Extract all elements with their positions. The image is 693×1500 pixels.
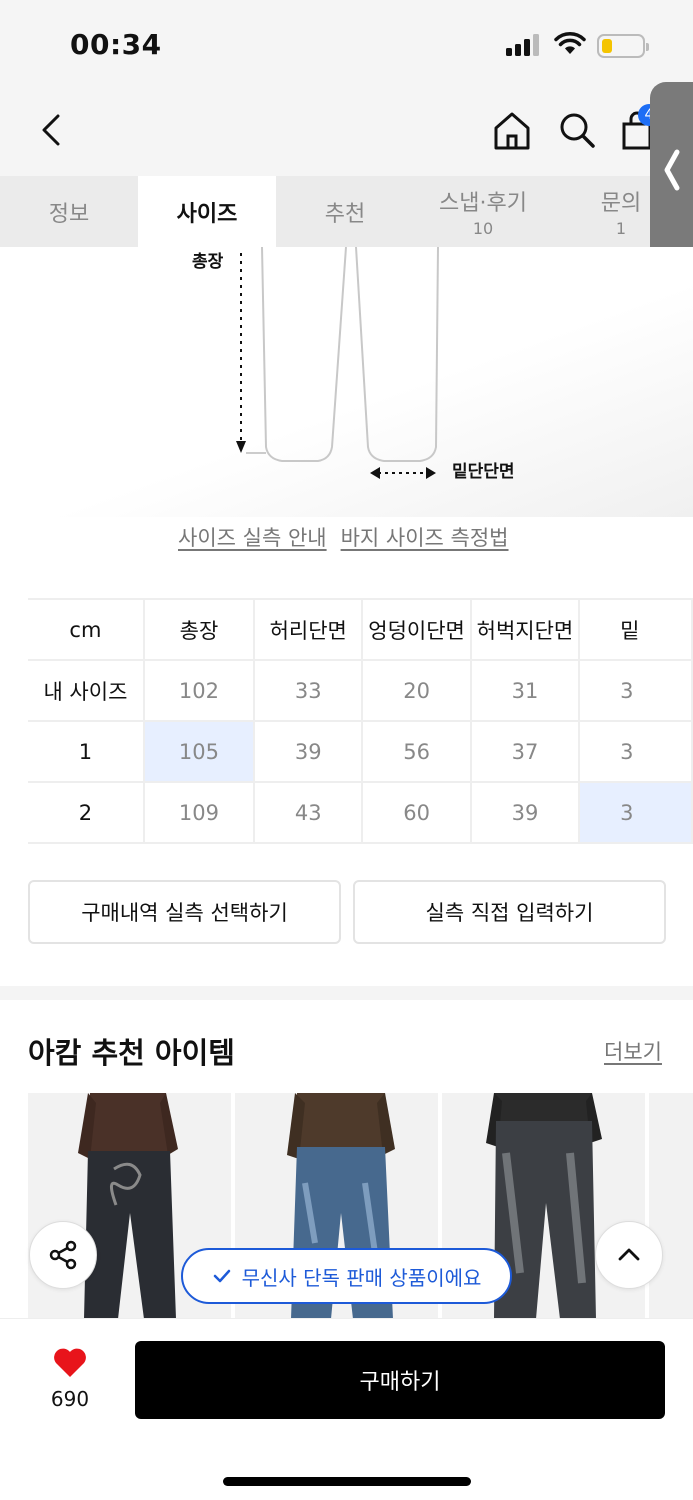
heart-icon — [54, 1348, 86, 1377]
size-table: cm 총장 허리단면 엉덩이단면 허벅지단면 밑 내 사이즈 102 33 20… — [28, 598, 693, 844]
table-cell: 3 — [578, 720, 693, 783]
hem-width-label: 밑단단면 — [452, 462, 515, 482]
table-row: 1 105 39 56 37 3 — [28, 720, 693, 783]
share-icon — [49, 1240, 77, 1270]
table-cell: 37 — [469, 720, 581, 783]
table-header-cell: 허벅지단면 — [469, 598, 581, 661]
tab-label: 문의 — [600, 191, 642, 216]
tab-label: 추천 — [324, 201, 366, 227]
check-icon — [213, 1269, 230, 1283]
exclusive-product-badge: 무신사 단독 판매 상품이에요 — [181, 1248, 512, 1304]
table-cell-highlighted: 105 — [142, 720, 256, 783]
scroll-top-button[interactable] — [595, 1221, 663, 1289]
top-nav: 4 — [0, 92, 693, 176]
table-header-cell: 허리단면 — [253, 598, 364, 661]
table-row: 내 사이즈 102 33 20 31 3 — [28, 659, 693, 722]
tab-snap-review[interactable]: 스냅·후기 10 — [414, 176, 552, 247]
signal-icon — [506, 34, 539, 56]
table-cell: 20 — [361, 659, 472, 722]
pants-illustration — [236, 247, 439, 479]
recommend-section-title: 아캄 추천 아이템 — [28, 1036, 235, 1070]
exclusive-badge-text: 무신사 단독 판매 상품이에요 — [241, 1265, 482, 1290]
table-header-cell: 총장 — [142, 598, 256, 661]
table-cell: 43 — [253, 781, 364, 844]
tab-label: 정보 — [48, 201, 90, 227]
more-link[interactable]: 더보기 — [604, 1036, 662, 1066]
chevron-up-icon — [618, 1248, 640, 1261]
table-cell-highlighted: 3 — [578, 781, 693, 844]
home-indicator — [223, 1477, 471, 1486]
table-header-row: cm 총장 허리단면 엉덩이단면 허벅지단면 밑 — [28, 598, 693, 661]
product-tabs: 정보 사이즈 추천 스냅·후기 10 문의 1 — [0, 176, 693, 247]
table-cell: 39 — [469, 781, 581, 844]
tab-count: 10 — [472, 219, 494, 238]
pants-measure-link[interactable]: 바지 사이즈 측정법 — [341, 522, 509, 552]
direct-input-button[interactable]: 실측 직접 입력하기 — [353, 880, 666, 944]
tab-count: 1 — [615, 219, 627, 238]
buy-button[interactable]: 구매하기 — [135, 1341, 665, 1419]
table-row: 2 109 43 60 39 3 — [28, 781, 693, 844]
table-cell: 39 — [253, 720, 364, 783]
status-bar: 00:34 — [0, 0, 693, 92]
table-cell: 31 — [469, 659, 581, 722]
table-cell: 1 — [28, 720, 145, 783]
table-header-cell: 밑 — [578, 598, 693, 661]
status-time: 00:34 — [70, 28, 162, 61]
bottom-action-bar: 690 구매하기 — [0, 1318, 693, 1500]
table-cell: 2 — [28, 781, 145, 844]
measure-button-row: 구매내역 실측 선택하기 실측 직접 입력하기 — [28, 880, 666, 944]
table-header-cell: 엉덩이단면 — [361, 598, 472, 661]
table-cell: 60 — [361, 781, 472, 844]
size-diagram: 총장 밑단단면 — [0, 247, 693, 517]
back-arrow-icon[interactable] — [36, 108, 66, 152]
home-icon[interactable] — [490, 108, 534, 152]
share-button[interactable] — [29, 1221, 97, 1289]
wifi-icon — [554, 32, 586, 54]
table-cell: 102 — [142, 659, 256, 722]
table-cell: 33 — [253, 659, 364, 722]
like-count: 690 — [50, 1387, 90, 1411]
tab-recommend[interactable]: 추천 — [276, 176, 414, 247]
search-icon[interactable] — [556, 108, 600, 152]
table-cell: 56 — [361, 720, 472, 783]
table-header-cell: cm — [28, 598, 145, 661]
size-guide-links: 사이즈 실측 안내 바지 사이즈 측정법 — [178, 522, 509, 552]
tab-info[interactable]: 정보 — [0, 176, 138, 247]
total-length-label: 총장 — [192, 252, 224, 272]
table-cell: 내 사이즈 — [28, 659, 145, 722]
battery-icon — [597, 34, 649, 58]
product-card[interactable] — [649, 1093, 693, 1319]
table-cell: 109 — [142, 781, 256, 844]
select-purchase-history-button[interactable]: 구매내역 실측 선택하기 — [28, 880, 341, 944]
like-button[interactable]: 690 — [44, 1347, 96, 1411]
tab-label: 스냅·후기 — [439, 191, 527, 216]
tab-size[interactable]: 사이즈 — [138, 176, 276, 247]
section-divider — [0, 986, 693, 1000]
table-cell: 3 — [578, 659, 693, 722]
tab-label: 사이즈 — [176, 201, 238, 227]
actual-size-guide-link[interactable]: 사이즈 실측 안내 — [178, 522, 327, 552]
chevron-left-icon — [664, 149, 680, 191]
size-table-scroll[interactable]: cm 총장 허리단면 엉덩이단면 허벅지단면 밑 내 사이즈 102 33 20… — [0, 598, 693, 844]
